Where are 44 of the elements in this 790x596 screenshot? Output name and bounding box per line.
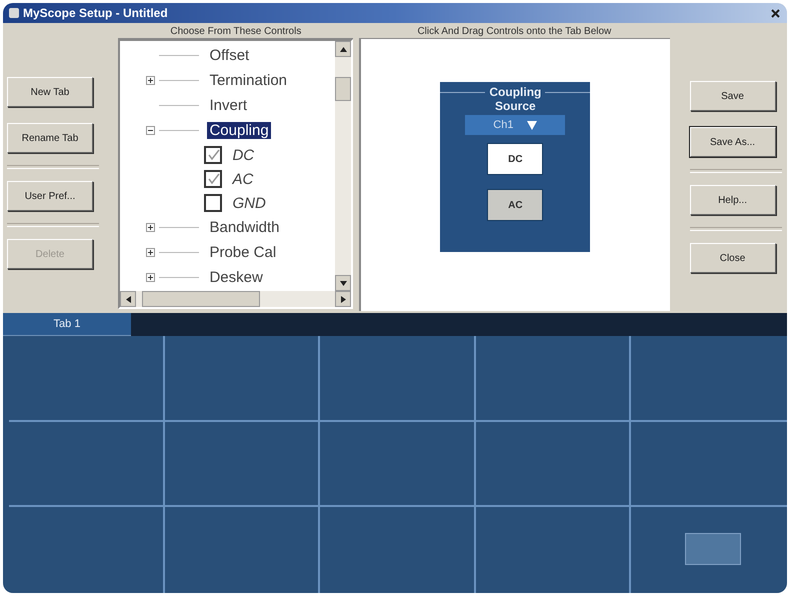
option-button[interactable]: DC [487,143,544,175]
checkbox[interactable] [204,146,222,164]
tree-item[interactable]: AC [230,170,256,188]
expand-icon[interactable] [146,273,156,282]
button[interactable]: Save [690,81,776,111]
tree-item[interactable]: DC [230,146,256,164]
source-dropdown[interactable]: Ch1 [465,115,566,135]
tree-item[interactable]: GND [230,194,268,212]
arrow-right-icon[interactable] [340,296,346,302]
tree-item[interactable]: Termination [207,72,290,89]
button[interactable]: Close [690,243,776,273]
collapse-icon[interactable] [146,126,156,135]
button[interactable]: User Pref... [7,181,93,211]
button[interactable]: Save As... [690,127,776,157]
scroll-thumb[interactable] [142,291,260,307]
tree-item[interactable]: Bandwidth [207,219,282,236]
dropdown-arrow-icon [527,120,538,130]
app-icon [9,8,19,18]
arrow-down-icon[interactable] [340,280,347,286]
window-title: MyScope Setup - Untitled [23,6,169,20]
expand-icon[interactable] [146,248,156,257]
close-button[interactable] [769,7,781,19]
checkbox[interactable] [204,170,222,188]
tree-item[interactable]: Coupling [207,122,271,139]
button: Delete [7,239,93,269]
tree-item[interactable]: Deskew [207,269,265,286]
tree-item[interactable]: Offset [207,47,252,64]
button[interactable]: Rename Tab [7,123,93,153]
source-label: Source [495,99,536,113]
scrollbar[interactable] [335,41,352,291]
scrollbar[interactable] [120,291,352,307]
tab[interactable]: Tab 1 [3,313,131,336]
control-title: Coupling [489,85,542,99]
tree-item[interactable]: Invert [207,97,249,114]
arrow-up-icon[interactable] [340,46,347,52]
arrow-left-icon[interactable] [126,296,131,302]
expand-icon[interactable] [146,76,156,85]
expand-icon[interactable] [146,223,156,232]
checkbox[interactable] [204,194,222,212]
button[interactable]: Help... [690,185,776,215]
tree-item[interactable]: Probe Cal [207,244,278,261]
button[interactable]: New Tab [7,77,93,107]
option-button[interactable]: AC [487,189,544,221]
scroll-thumb[interactable] [335,77,352,101]
